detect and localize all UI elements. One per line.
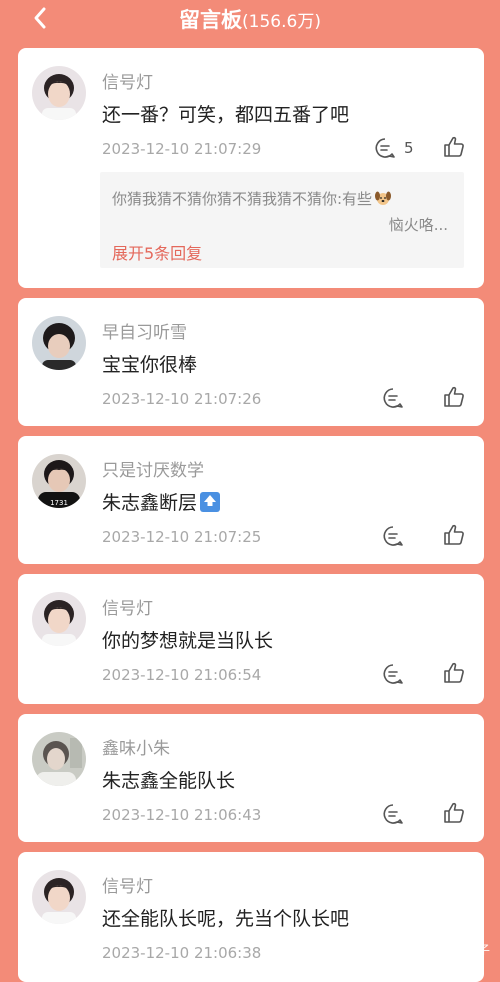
comment-button[interactable]: [382, 662, 404, 686]
username[interactable]: 信号灯: [102, 594, 153, 619]
comment-button[interactable]: [382, 802, 404, 826]
comment-bubble-icon: [383, 664, 403, 684]
avatar[interactable]: [32, 732, 86, 786]
timestamp: 2023-12-10 21:07:25: [102, 528, 262, 546]
reply-text: 你猜我猜不猜你猜不猜我猜不猜你:有些: [112, 188, 392, 209]
message-text-body: 朱志鑫断层: [102, 492, 198, 514]
timestamp: 2023-12-10 21:06:43: [102, 806, 262, 824]
comment-button[interactable]: [382, 386, 404, 410]
comment-bubble-icon: [383, 388, 403, 408]
thumbs-up-icon: [444, 802, 464, 823]
timestamp: 2023-12-10 21:06:54: [102, 666, 262, 684]
comment-button[interactable]: [382, 524, 404, 548]
reply-preview[interactable]: 你猜我猜不猜你猜不猜我猜不猜你:有些 恼火咯... 展开5条回复: [100, 172, 464, 268]
top-arrow-icon: [200, 492, 221, 512]
timestamp: 2023-12-10 21:06:38: [102, 944, 262, 962]
like-button[interactable]: [442, 661, 466, 685]
page-title-text: 留言板: [179, 8, 243, 32]
reply-text-line2: 恼火咯...: [388, 216, 448, 234]
message-text: 朱志鑫断层: [102, 488, 221, 515]
message-card: 信号灯 还一番？可笑，都四五番了吧 2023-12-10 21:07:29 5 …: [18, 48, 484, 288]
message-text: 你的梦想就是当队长: [102, 630, 274, 652]
avatar[interactable]: [32, 316, 86, 370]
message-card: 早自习听雪 宝宝你很棒 2023-12-10 21:07:26: [18, 298, 484, 426]
avatar[interactable]: [32, 66, 86, 120]
like-button[interactable]: [442, 523, 466, 547]
message-card: 信号灯 还全能队长呢，先当个队长吧 2023-12-10 21:06:38: [18, 852, 484, 982]
username[interactable]: 鑫味小朱: [102, 734, 170, 759]
message-card: 信号灯 你的梦想就是当队长 2023-12-10 21:06:54: [18, 574, 484, 704]
timestamp: 2023-12-10 21:07:26: [102, 390, 262, 408]
message-card: 1731 只是讨厌数学 朱志鑫断层 2023-12-10 21:07:25: [18, 436, 484, 564]
username[interactable]: 只是讨厌数学: [102, 456, 204, 481]
username[interactable]: 信号灯: [102, 68, 153, 93]
watermark: @鲸鱼团子: [424, 944, 490, 959]
message-text: 还全能队长呢，先当个队长吧: [102, 908, 350, 930]
avatar-shirt-text: 1731: [50, 499, 68, 507]
thumbs-up-icon: [444, 524, 464, 545]
comment-count: 5: [404, 139, 414, 157]
thumbs-up-icon: [444, 386, 464, 407]
comment-bubble-icon: [383, 526, 403, 546]
comment-button[interactable]: 5: [374, 136, 414, 160]
like-button[interactable]: [442, 135, 466, 159]
like-button[interactable]: [442, 385, 466, 409]
avatar[interactable]: 1731: [32, 454, 86, 508]
reply-text-line1: 你猜我猜不猜你猜不猜我猜不猜你:有些: [112, 190, 373, 208]
avatar[interactable]: [32, 870, 86, 924]
timestamp: 2023-12-10 21:07:29: [102, 140, 262, 158]
comment-bubble-icon: [375, 138, 395, 158]
message-text: 朱志鑫全能队长: [102, 770, 236, 792]
avatar[interactable]: [32, 592, 86, 646]
message-text: 宝宝你很棒: [102, 354, 198, 376]
username[interactable]: 早自习听雪: [102, 318, 187, 343]
thumbs-up-icon: [444, 136, 464, 157]
comment-bubble-icon: [383, 804, 403, 824]
page-title: 留言板(156.6万): [0, 4, 500, 34]
top-bar: 留言板(156.6万): [0, 0, 500, 40]
message-text: 还一番？可笑，都四五番了吧: [102, 104, 350, 126]
dog-face-icon: [374, 190, 392, 206]
thumbs-up-icon: [444, 662, 464, 683]
username[interactable]: 信号灯: [102, 872, 153, 897]
like-button[interactable]: [442, 801, 466, 825]
message-count: (156.6万): [242, 12, 321, 32]
message-card: 鑫味小朱 朱志鑫全能队长 2023-12-10 21:06:43: [18, 714, 484, 842]
expand-replies-link[interactable]: 展开5条回复: [112, 240, 202, 264]
